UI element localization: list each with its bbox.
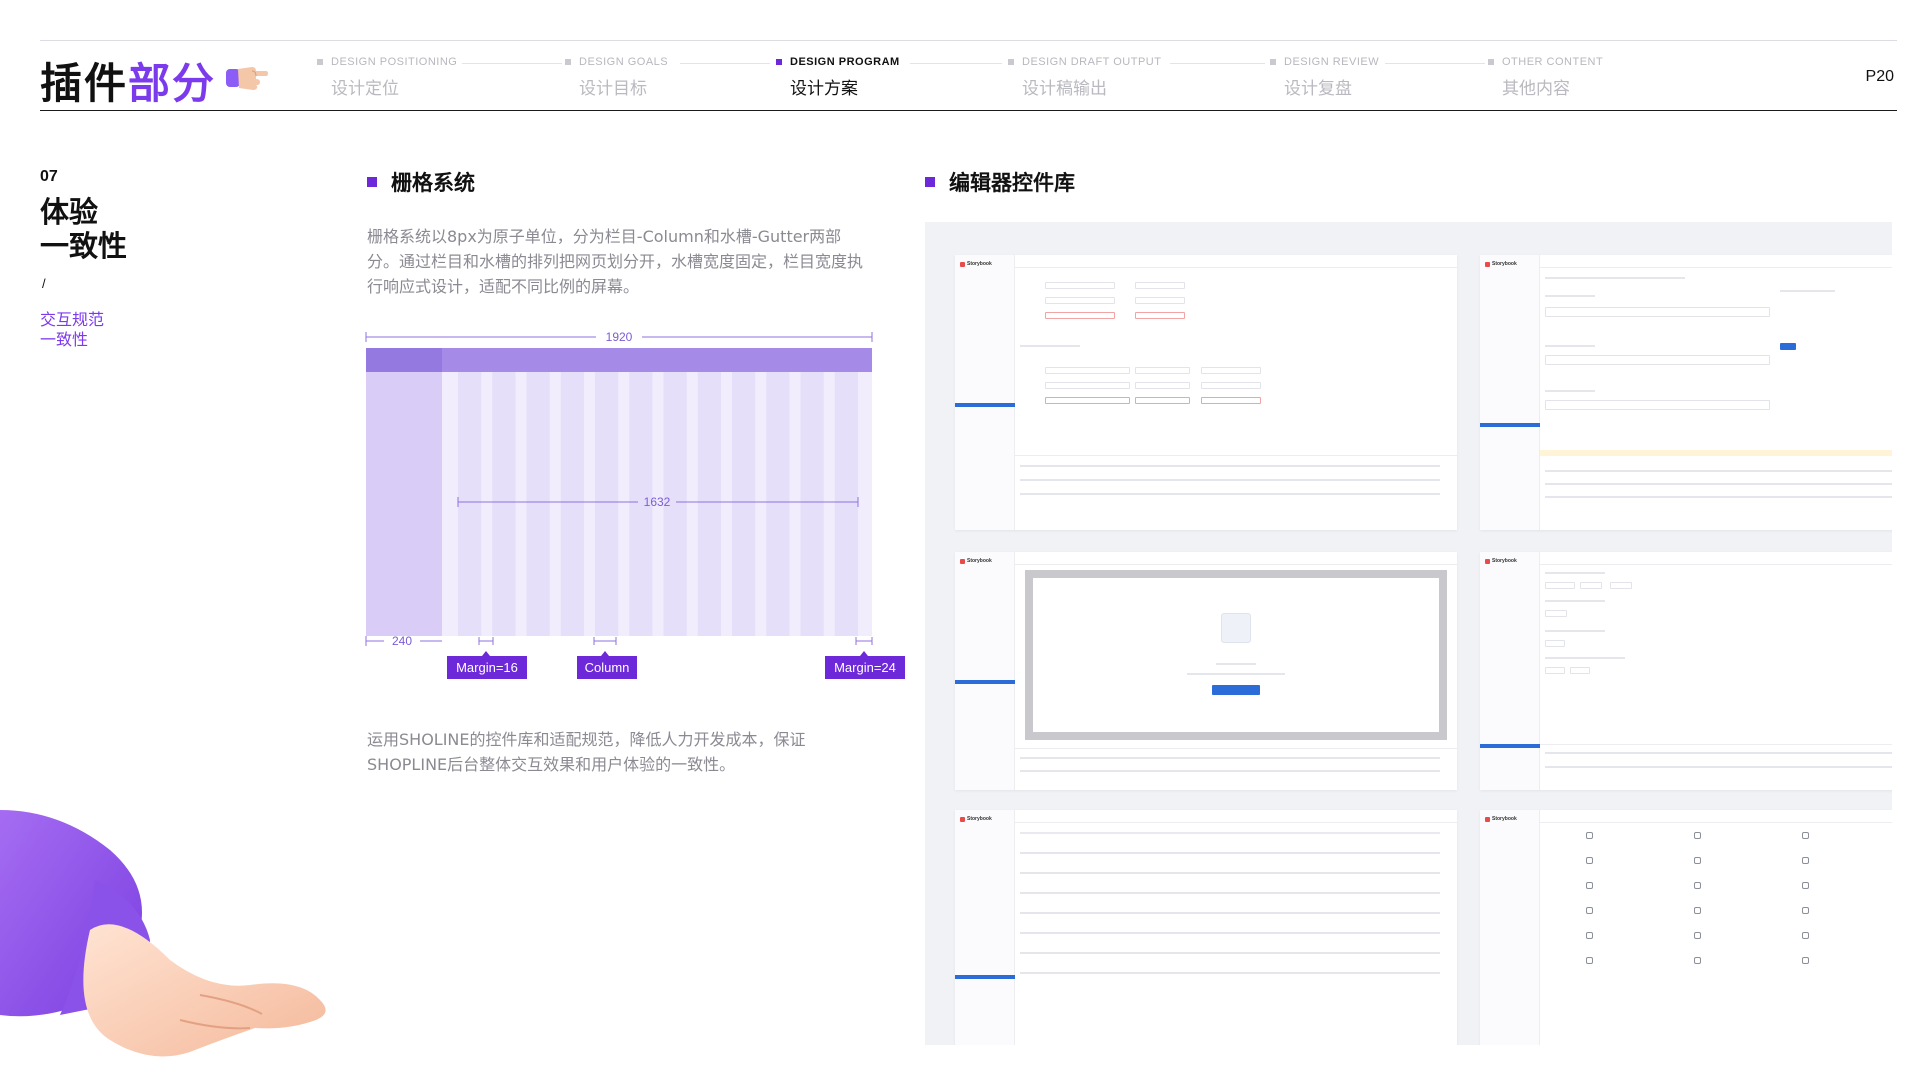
editor-library-heading: 编辑器控件库 [925, 167, 1075, 197]
sidebar-width-dimension: 240 [365, 634, 442, 648]
grid-column [766, 372, 790, 636]
grid-column [492, 372, 516, 636]
nav-en-label: DESIGN REVIEW [1284, 56, 1380, 68]
nav-zh-label: 设计目标 [579, 79, 647, 99]
storybook-logo: Storybook [967, 816, 992, 822]
pointing-hand-icon [226, 67, 268, 90]
storybook-logo: Storybook [1492, 816, 1517, 822]
tag-label: Margin=16 [456, 660, 518, 675]
editor-library-heading-text: 编辑器控件库 [949, 171, 1075, 195]
screenshot-icon-component[interactable]: Storybook [1480, 810, 1892, 1045]
grid-column [560, 372, 584, 636]
tag-label: Column [585, 660, 630, 675]
content-width-label: 1632 [644, 495, 671, 509]
screenshot-modal-component[interactable]: Storybook [955, 552, 1457, 790]
grid-header-sidebar [366, 348, 442, 372]
nav-item-design-program[interactable]: DESIGN PROGRAM 设计方案 [776, 56, 900, 99]
nav-divider [1170, 63, 1265, 64]
grid-column [595, 372, 619, 636]
section-slash: / [42, 276, 46, 291]
screenshot-form-component[interactable]: Storybook [1480, 255, 1892, 530]
tag-column: Column [577, 651, 637, 679]
nav-zh-label: 设计复盘 [1284, 79, 1352, 99]
section-title-line: 一致性 [40, 229, 128, 263]
nav-zh-label: 设计稿输出 [1022, 79, 1107, 99]
grid-sidebar [366, 348, 442, 636]
nav-en-label: DESIGN GOALS [579, 56, 669, 68]
section-title: 体验 一致性 [40, 195, 127, 263]
nav-en-label: DESIGN PROGRAM [790, 56, 900, 68]
section-subtitle-line: 交互规范 [40, 310, 105, 329]
nav-item-design-goals[interactable]: DESIGN GOALS 设计目标 [565, 56, 668, 99]
title-part-dark: 插件 [40, 59, 129, 108]
grid-diagram: 1920 1632 240 Margin=16 Column Margin=24 [365, 330, 905, 679]
nav-item-other-content[interactable]: OTHER CONTENT 其他内容 [1488, 56, 1603, 99]
screenshot-input-component[interactable]: Storybook [955, 255, 1457, 530]
grid-column [834, 372, 858, 636]
tag-label: Margin=24 [834, 660, 896, 675]
screenshot-select-component[interactable]: Storybook [1480, 552, 1892, 790]
section-subtitle-line: 一致性 [40, 330, 89, 349]
nav-zh-label: 其他内容 [1502, 79, 1570, 99]
storybook-logo: Storybook [1492, 261, 1517, 267]
page-number: P20 [1865, 68, 1894, 85]
grid-column [697, 372, 721, 636]
sidebar-width-label: 240 [392, 634, 412, 648]
nav-en-label: OTHER CONTENT [1502, 56, 1604, 68]
grid-system-heading-text: 栅格系统 [391, 171, 475, 195]
tag-margin-16: Margin=16 [447, 651, 527, 679]
storybook-logo: Storybook [967, 261, 992, 267]
section-number: 07 [40, 168, 58, 185]
section-title-line: 体验 [40, 195, 99, 229]
heading-marker-icon [367, 177, 377, 187]
nav-divider [680, 63, 770, 64]
nav-en-label: DESIGN POSITIONING [331, 56, 458, 68]
grid-column [800, 372, 824, 636]
grid-system-note: 运用SHOLINE的控件库和适配规范，降低人力开发成本，保证SHOPLINE后台… [367, 730, 806, 774]
editor-library-gallery: Storybook Storybook Storybook Storybook … [925, 222, 1892, 1045]
open-hand-illustration [0, 810, 326, 1057]
nav-item-design-review[interactable]: DESIGN REVIEW 设计复盘 [1270, 56, 1379, 99]
page-title: 插件部分 [40, 50, 216, 111]
nav-zh-label: 设计定位 [331, 79, 399, 99]
total-width-label: 1920 [606, 330, 633, 344]
nav-divider [910, 63, 1002, 64]
grid-system-heading: 栅格系统 [367, 167, 475, 197]
nav-item-design-positioning[interactable]: DESIGN POSITIONING 设计定位 [317, 56, 457, 99]
screenshot-table-component[interactable]: Storybook [955, 810, 1457, 1045]
grid-column [732, 372, 756, 636]
nav-item-design-draft-output[interactable]: DESIGN DRAFT OUTPUT 设计稿输出 [1008, 56, 1161, 99]
header-bottom-rule [40, 110, 1897, 111]
nav-zh-label: 设计方案 [790, 79, 858, 99]
grid-system-description: 栅格系统以8px为原子单位，分为栏目-Column和水槽-Gutter两部分。通… [367, 227, 864, 296]
storybook-logo: Storybook [1492, 558, 1517, 564]
nav-en-label: DESIGN DRAFT OUTPUT [1022, 56, 1162, 68]
storybook-logo: Storybook [967, 558, 992, 564]
tag-margin-24: Margin=24 [825, 651, 905, 679]
total-width-dimension: 1920 [365, 330, 873, 344]
header-top-rule [40, 40, 1897, 41]
section-subtitle: 交互规范 一致性 [40, 310, 104, 350]
grid-column [526, 372, 550, 636]
grid-column [458, 372, 482, 636]
heading-marker-icon [925, 177, 935, 187]
nav-divider [462, 63, 562, 64]
title-part-accent: 部分 [128, 59, 217, 108]
nav-divider [1385, 63, 1485, 64]
measure-marks [478, 637, 873, 645]
